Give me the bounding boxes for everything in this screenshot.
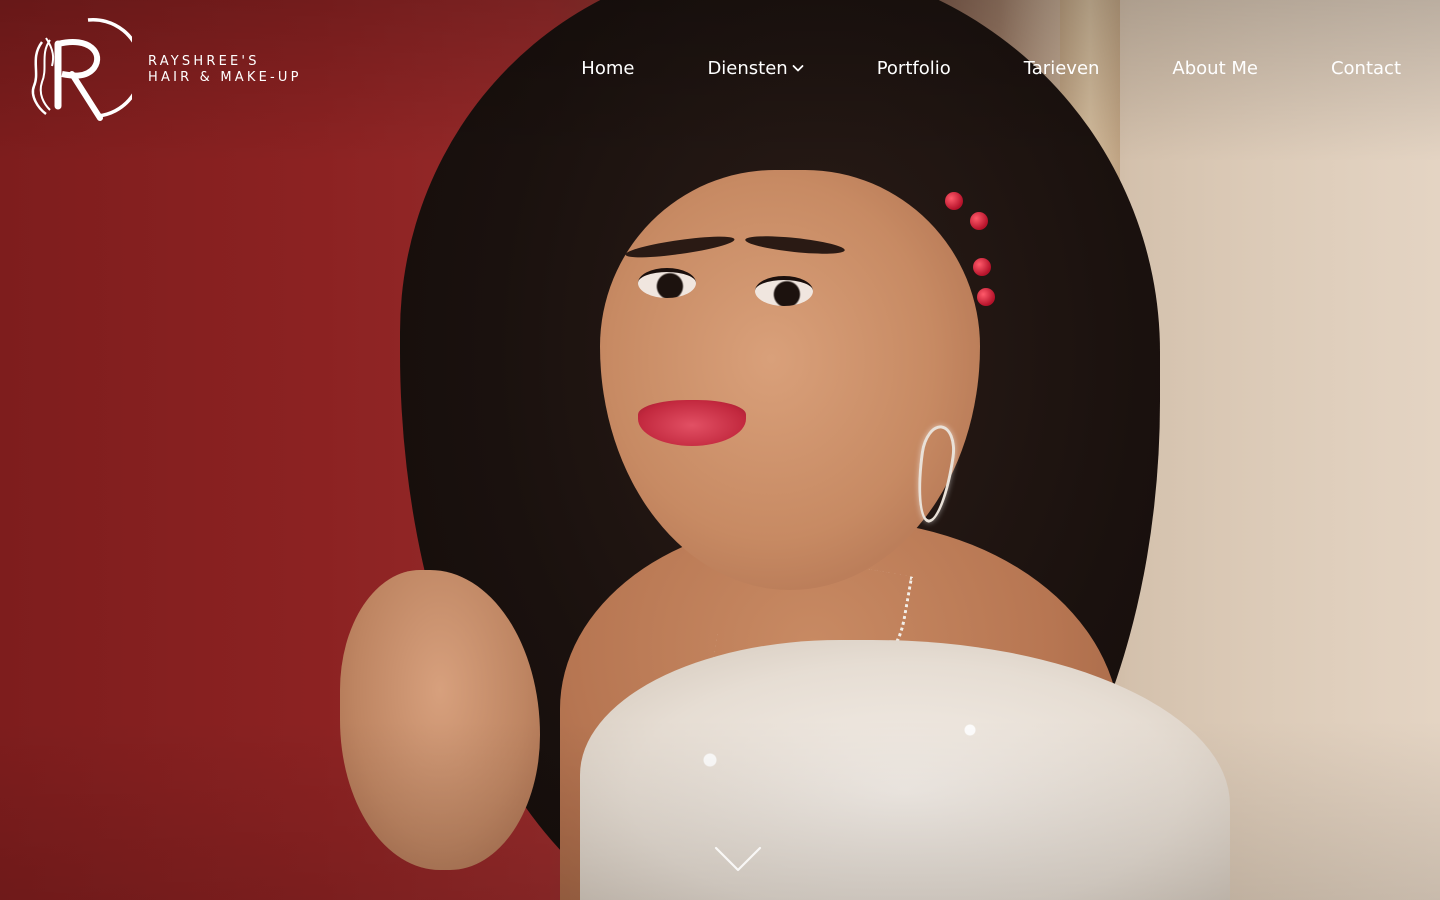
site-logo-text: RAYSHREE'S HAIR & MAKE-UP [148,54,302,86]
nav-item-label: Diensten [707,57,788,79]
brand-name: RAYSHREE'S [148,54,260,69]
nav-item-label: Home [581,57,635,79]
nav-item-contact[interactable]: Contact [1331,58,1401,79]
nav-item-home[interactable]: Home [581,58,634,79]
site-header: RAYSHREE'S HAIR & MAKE-UP Home Diensten … [0,0,1440,140]
hero-model-hairpin [977,288,995,306]
rayshree-r-monogram-icon [31,17,132,121]
hero-model-eye [755,276,813,306]
site-logo-link[interactable]: RAYSHREE'S HAIR & MAKE-UP [28,14,318,124]
hero-model-hairpin [945,192,963,210]
nav-item-portfolio[interactable]: Portfolio [877,58,951,79]
nav-item-about-me[interactable]: About Me [1172,58,1258,79]
brand-tagline: HAIR & MAKE-UP [148,70,302,85]
hero-model-eye [638,268,696,298]
nav-item-label: Tarieven [1023,57,1100,79]
nav-item-label: Portfolio [876,57,951,79]
nav-item-tarieven[interactable]: Tarieven [1024,58,1100,79]
nav-item-label: About Me [1172,57,1258,79]
main-nav: Home Diensten Portfolio Tarieven About M… [581,54,1401,82]
scroll-down-chevron-icon[interactable] [714,845,762,873]
hero-model-hairpin [973,258,991,276]
hero-model-hairpin [970,212,988,230]
nav-item-label: Contact [1330,57,1401,79]
chevron-down-icon [792,65,804,72]
nav-item-diensten[interactable]: Diensten [707,57,804,79]
hero-section: RAYSHREE'S HAIR & MAKE-UP Home Diensten … [0,0,1440,900]
